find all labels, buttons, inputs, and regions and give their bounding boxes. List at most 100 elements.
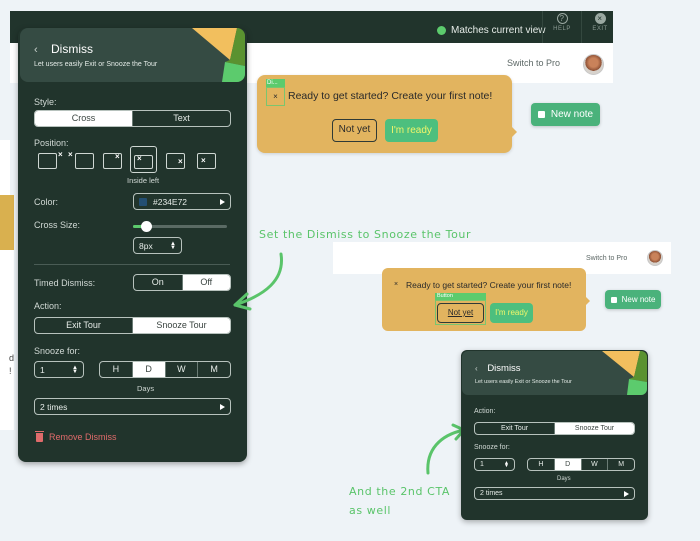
- position-inside-center-left[interactable]: [197, 153, 216, 169]
- background-content: [0, 250, 14, 430]
- snooze-unit-days[interactable]: D: [131, 362, 165, 377]
- back-icon[interactable]: ‹: [475, 364, 478, 373]
- trash-icon: [35, 430, 44, 442]
- exit-label: EXIT: [592, 26, 608, 32]
- repeat-select-preview[interactable]: 2 times: [474, 487, 635, 500]
- section-divider: [34, 264, 230, 265]
- caret-right-icon: [220, 198, 225, 205]
- timed-dismiss-label: Timed Dismiss:: [34, 278, 96, 288]
- action-exit-tour[interactable]: Exit Tour: [35, 318, 132, 333]
- action-toggle: Exit Tour Snooze Tour: [34, 317, 231, 334]
- match-status-text: Matches current view: [451, 25, 546, 36]
- panel-subtitle-preview: Let users easily Exit or Snooze the Tour: [475, 379, 572, 385]
- action-snooze-tour[interactable]: Snooze Tour: [554, 423, 634, 434]
- snooze-unit-months[interactable]: M: [197, 362, 230, 377]
- annotation-arrow-1: [233, 252, 283, 311]
- stepper-arrows-icon[interactable]: ▲ ▼: [170, 241, 176, 251]
- tooltip-close-icon[interactable]: ×: [394, 281, 398, 288]
- action-label: Action:: [34, 301, 62, 311]
- snooze-unit-caption: Days: [137, 384, 155, 393]
- color-swatch: [139, 197, 147, 206]
- cross-icon: ×: [201, 156, 206, 165]
- repeat-value: 2 times: [40, 401, 68, 412]
- remove-dismiss-button[interactable]: Remove Dismiss: [35, 430, 117, 442]
- panel-title-preview: ‹ Dismiss: [475, 363, 521, 374]
- cross-size-stepper[interactable]: 8px ▲ ▼: [133, 237, 182, 254]
- style-cross-option[interactable]: Cross: [35, 111, 132, 126]
- stepper-arrows-icon[interactable]: ▲ ▼: [72, 365, 78, 375]
- timed-dismiss-off[interactable]: Off: [181, 275, 230, 290]
- snooze-unit-months[interactable]: M: [607, 459, 634, 470]
- cross-icon: ×: [68, 150, 73, 159]
- new-note-button-preview[interactable]: New note: [605, 290, 661, 309]
- new-note-label: New note: [621, 295, 656, 304]
- panel-subtitle: Let users easily Exit or Snooze the Tour: [34, 61, 158, 68]
- avatar-preview[interactable]: [647, 250, 663, 266]
- help-label: HELP: [553, 26, 571, 32]
- note-icon: [537, 111, 545, 118]
- snooze-amount-value: 1: [40, 364, 45, 375]
- repeat-select[interactable]: 2 times: [34, 398, 231, 415]
- background-text: d !: [9, 352, 14, 378]
- avatar[interactable]: [583, 54, 604, 75]
- position-outside-top-right[interactable]: [38, 153, 57, 169]
- background-tooltip-edge: [0, 195, 14, 250]
- match-status: Matches current view: [437, 25, 545, 36]
- remove-dismiss-label: Remove Dismiss: [49, 432, 117, 442]
- snooze-for-label-preview: Snooze for:: [474, 444, 510, 451]
- snooze-amount-value: 1: [480, 461, 484, 468]
- tooltip-text-preview: Ready to get started? Create your first …: [406, 280, 572, 290]
- snooze-amount-stepper[interactable]: 1 ▲ ▼: [34, 361, 84, 378]
- position-selected-caption: Inside left: [127, 176, 160, 185]
- timed-dismiss-on[interactable]: On: [134, 275, 182, 290]
- panel-title: ‹ Dismiss: [34, 42, 93, 56]
- color-picker[interactable]: #234E72: [133, 193, 231, 210]
- timed-dismiss-toggle: On Off: [133, 274, 231, 291]
- tooltip-close-icon[interactable]: ×: [266, 87, 285, 106]
- cross-icon: ×: [58, 150, 63, 159]
- help-icon: ?: [556, 13, 568, 24]
- color-value: #234E72: [153, 196, 188, 207]
- cross-size-label: Cross Size:: [34, 220, 81, 230]
- position-outside-top-left[interactable]: [75, 153, 94, 169]
- back-icon[interactable]: ‹: [34, 44, 38, 56]
- switch-to-pro-link[interactable]: Switch to Pro: [507, 58, 560, 68]
- im-ready-button-preview[interactable]: I'm ready: [490, 303, 533, 323]
- annotation-snooze: Set the Dismiss to Snooze the Tour: [259, 228, 472, 241]
- cross-icon: ×: [137, 154, 142, 163]
- stepper-arrows-icon[interactable]: ▲ ▼: [504, 460, 509, 468]
- snooze-amount-stepper-preview[interactable]: 1 ▲ ▼: [474, 458, 515, 471]
- not-yet-button-preview[interactable]: Not yet: [437, 303, 484, 323]
- exit-button[interactable]: × EXIT: [581, 13, 619, 32]
- cross-icon: ×: [115, 152, 120, 161]
- snooze-for-label: Snooze for:: [34, 346, 81, 356]
- help-button[interactable]: ? HELP: [543, 13, 581, 32]
- cross-icon: ×: [178, 157, 183, 166]
- annotation-line: as well: [349, 504, 392, 517]
- dismiss-tag: Di...: [266, 79, 285, 87]
- exit-icon: ×: [594, 13, 606, 24]
- snooze-unit-days[interactable]: D: [553, 459, 581, 470]
- action-exit-tour[interactable]: Exit Tour: [475, 423, 554, 434]
- snooze-unit-caption-preview: Days: [557, 476, 571, 482]
- tooltip-text: Ready to get started? Create your first …: [288, 90, 493, 102]
- annotation-line: And the 2nd CTA: [349, 485, 451, 498]
- action-snooze-tour[interactable]: Snooze Tour: [132, 318, 230, 333]
- not-yet-button[interactable]: Not yet: [332, 119, 377, 142]
- snooze-unit-hours[interactable]: H: [100, 362, 132, 377]
- panel-title-text: Dismiss: [487, 363, 521, 374]
- style-toggle: Cross Text: [34, 110, 231, 127]
- style-text-option[interactable]: Text: [132, 111, 230, 126]
- repeat-value: 2 times: [480, 490, 503, 497]
- snooze-unit-hours[interactable]: H: [528, 459, 554, 470]
- snooze-unit-weeks[interactable]: W: [580, 459, 608, 470]
- background-text-line: d: [9, 353, 15, 363]
- status-dot-icon: [437, 26, 446, 35]
- cross-size-slider-handle[interactable]: [141, 221, 152, 232]
- cross-size-value: 8px: [139, 240, 153, 251]
- im-ready-button[interactable]: I'm ready: [385, 119, 438, 142]
- switch-to-pro-link-preview[interactable]: Switch to Pro: [586, 255, 627, 262]
- new-note-button[interactable]: New note: [531, 103, 600, 126]
- button-tag: Button: [435, 293, 486, 300]
- snooze-unit-weeks[interactable]: W: [164, 362, 198, 377]
